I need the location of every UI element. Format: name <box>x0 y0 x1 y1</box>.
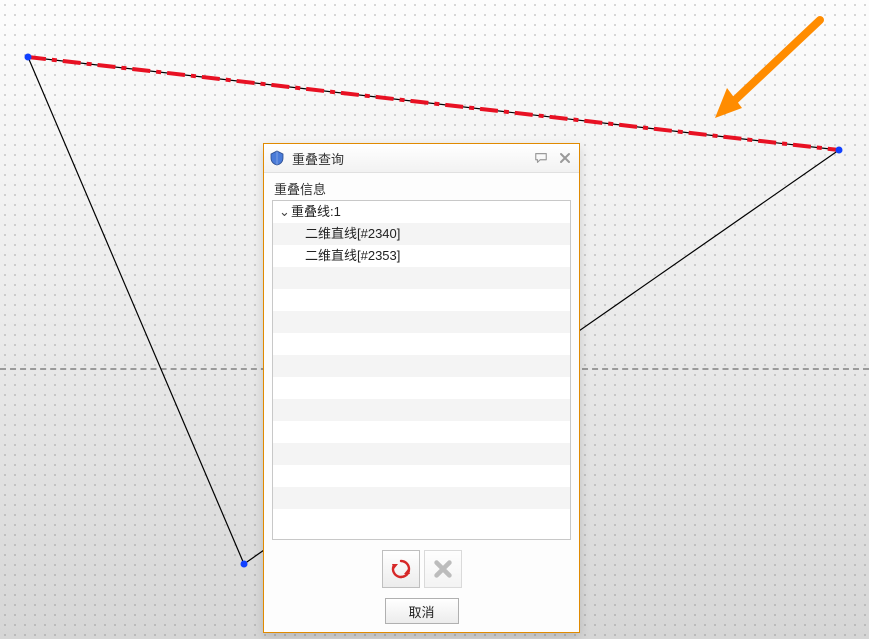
tree-item[interactable]: 二维直线[#2340] <box>273 223 570 245</box>
cancel-button[interactable]: 取消 <box>385 598 459 624</box>
tree-empty-row <box>273 465 570 487</box>
x-icon <box>432 558 454 580</box>
section-label: 重叠信息 <box>264 173 579 200</box>
cad-canvas[interactable]: 重叠查询 重叠信息 ⌄重叠线:1 <box>0 0 869 639</box>
chevron-down-icon[interactable]: ⌄ <box>279 201 291 223</box>
tree-item-label: 二维直线[#2353] <box>305 248 400 263</box>
close-icon[interactable] <box>557 150 573 166</box>
tree-item[interactable]: 二维直线[#2353] <box>273 245 570 267</box>
tree-empty-row <box>273 333 570 355</box>
refresh-icon <box>389 557 413 581</box>
tree-empty-row <box>273 355 570 377</box>
overlap-tree[interactable]: ⌄重叠线:1 二维直线[#2340] 二维直线[#2353] <box>272 200 571 540</box>
tree-empty-row <box>273 487 570 509</box>
tree-empty-row <box>273 377 570 399</box>
dialog-title: 重叠查询 <box>292 149 533 168</box>
overlap-query-dialog: 重叠查询 重叠信息 ⌄重叠线:1 <box>263 143 580 633</box>
tree-empty-row <box>273 267 570 289</box>
refresh-button[interactable] <box>382 550 420 588</box>
overlap-highlight <box>28 57 839 150</box>
footer-row: 取消 <box>264 592 579 632</box>
tree-item-label: 二维直线[#2340] <box>305 226 400 241</box>
tree-empty-row <box>273 311 570 333</box>
tree-empty-row <box>273 399 570 421</box>
tree-root[interactable]: ⌄重叠线:1 <box>273 201 570 223</box>
annotation-arrow <box>715 20 820 118</box>
tree-empty-row <box>273 421 570 443</box>
tree-root-label: 重叠线:1 <box>291 204 341 219</box>
tree-empty-row <box>273 443 570 465</box>
delete-button <box>424 550 462 588</box>
feedback-icon[interactable] <box>533 150 549 166</box>
dialog-titlebar[interactable]: 重叠查询 <box>264 144 579 173</box>
app-icon <box>268 149 286 167</box>
tree-empty-row <box>273 289 570 311</box>
action-button-row <box>264 546 579 592</box>
